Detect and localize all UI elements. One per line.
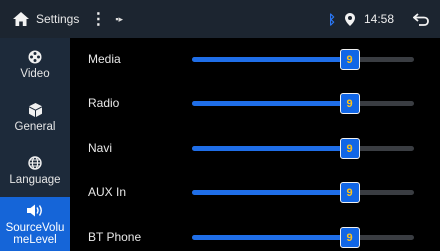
bluetooth-icon: ᛒ — [328, 11, 336, 27]
volume-row-label: Radio — [88, 96, 120, 110]
sidebar-item-label: Video — [20, 68, 50, 80]
navi-volume-slider[interactable]: 9 — [192, 127, 414, 171]
volume-row-radio: Radio 9 — [70, 82, 440, 126]
slider-fill — [192, 57, 350, 62]
menu-button[interactable]: ⋮ — [89, 0, 107, 38]
speaker-icon — [26, 203, 44, 219]
bt-phone-volume-slider[interactable]: 9 — [192, 216, 414, 251]
sidebar-item-label: meLevel — [13, 233, 57, 246]
media-volume-slider[interactable]: 9 — [192, 38, 414, 82]
clock: 14:58 — [363, 12, 394, 26]
slider-thumb[interactable]: 9 — [339, 182, 360, 203]
volume-row-aux-in: AUX In 9 — [70, 171, 440, 215]
slider-fill — [192, 101, 350, 106]
home-button[interactable] — [6, 0, 36, 38]
more-vertical-icon: ⋮ — [90, 11, 107, 28]
home-icon — [13, 12, 29, 26]
sidebar-item-label: Language — [9, 174, 61, 186]
back-button[interactable] — [410, 8, 432, 30]
volume-row-media: Media 9 — [70, 38, 440, 82]
volume-row-bt-phone: BT Phone 9 — [70, 216, 440, 251]
slider-fill — [192, 146, 350, 151]
slider-fill — [192, 190, 350, 195]
status-bar: Settings ⋮ ▪▸ ᛒ 14:58 — [0, 0, 440, 38]
source-volume-list: Media 9 Radio 9 Navi 9 AUX In 9 BT Phone… — [70, 38, 440, 251]
sidebar: Video General Language SourceVolu meLeve… — [0, 38, 70, 251]
usb-icon: ▪▸ — [115, 13, 124, 24]
sidebar-item-general[interactable]: General — [0, 91, 70, 144]
film-reel-icon — [28, 49, 42, 65]
cube-icon — [28, 102, 42, 118]
slider-thumb[interactable]: 9 — [339, 138, 360, 159]
volume-row-label: Media — [88, 52, 121, 66]
radio-volume-slider[interactable]: 9 — [192, 82, 414, 126]
volume-row-navi: Navi 9 — [70, 127, 440, 171]
location-icon — [344, 12, 356, 26]
sidebar-item-video[interactable]: Video — [0, 38, 70, 91]
volume-row-label: BT Phone — [88, 230, 142, 244]
page-title: Settings — [36, 12, 80, 26]
sidebar-item-label: General — [14, 121, 56, 133]
volume-row-label: AUX In — [88, 185, 127, 199]
sidebar-item-language[interactable]: Language — [0, 144, 70, 197]
aux-in-volume-slider[interactable]: 9 — [192, 171, 414, 215]
globe-icon — [28, 155, 42, 171]
slider-fill — [192, 235, 350, 240]
slider-thumb[interactable]: 9 — [339, 227, 360, 248]
slider-thumb[interactable]: 9 — [339, 93, 360, 114]
back-arrow-icon — [413, 12, 429, 26]
sidebar-item-label: SourceVolu — [5, 221, 65, 234]
sidebar-item-source-volume-level[interactable]: SourceVolu meLevel — [0, 197, 70, 251]
slider-thumb[interactable]: 9 — [339, 49, 360, 70]
volume-row-label: Navi — [88, 141, 113, 155]
